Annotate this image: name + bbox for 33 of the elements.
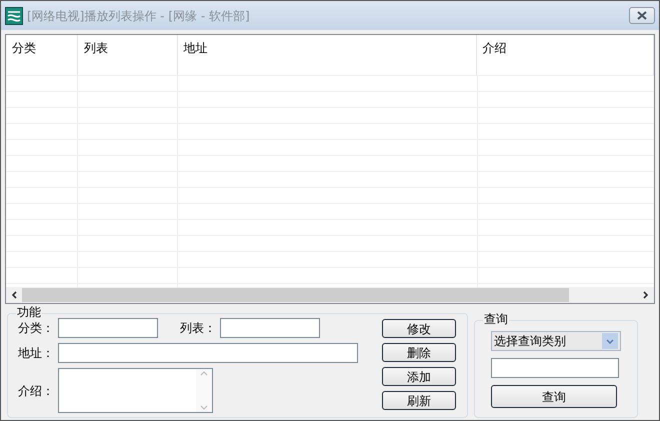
vertical-scrollbar[interactable] (196, 369, 212, 412)
input-field[interactable] (58, 343, 358, 363)
group-title: 查询 (483, 312, 509, 326)
close-icon (636, 11, 648, 20)
search-field[interactable] (491, 358, 619, 378)
scrollbar-thumb[interactable] (22, 288, 569, 302)
field-label: 分类： (17, 320, 55, 337)
field-label: 列表： (179, 320, 217, 337)
group-title: 功能 (16, 305, 42, 319)
action-button[interactable]: 删除 (382, 343, 456, 362)
action-button[interactable]: 刷新 (382, 391, 456, 410)
close-button[interactable] (629, 7, 655, 24)
column-header[interactable]: 介绍 (476, 35, 654, 75)
input-field[interactable] (58, 318, 158, 338)
scroll-right-icon[interactable] (643, 291, 649, 299)
column-header[interactable]: 列表 (78, 35, 178, 75)
field-label: 地址： (17, 345, 55, 362)
action-button[interactable]: 添加 (382, 367, 456, 386)
dropdown-text: 选择查询类别 (494, 333, 566, 350)
field-label: 介绍： (17, 382, 55, 400)
column-header[interactable]: 地址 (178, 35, 477, 75)
app-icon (5, 6, 23, 24)
query-button[interactable]: 查询 (491, 385, 617, 408)
scroll-left-icon[interactable] (11, 291, 17, 299)
column-header[interactable]: 分类 (6, 35, 78, 75)
input-field[interactable] (220, 318, 320, 338)
window-title: [网络电视]播放列表操作 - [网缘 - 软件部] (27, 8, 250, 24)
category-dropdown[interactable]: 选择查询类别 (491, 331, 621, 351)
action-button[interactable]: 修改 (382, 319, 456, 338)
text-area[interactable] (58, 368, 213, 413)
horizontal-scrollbar[interactable] (6, 287, 654, 303)
scroll-up-icon[interactable] (200, 371, 208, 376)
scroll-down-icon[interactable] (200, 405, 208, 410)
